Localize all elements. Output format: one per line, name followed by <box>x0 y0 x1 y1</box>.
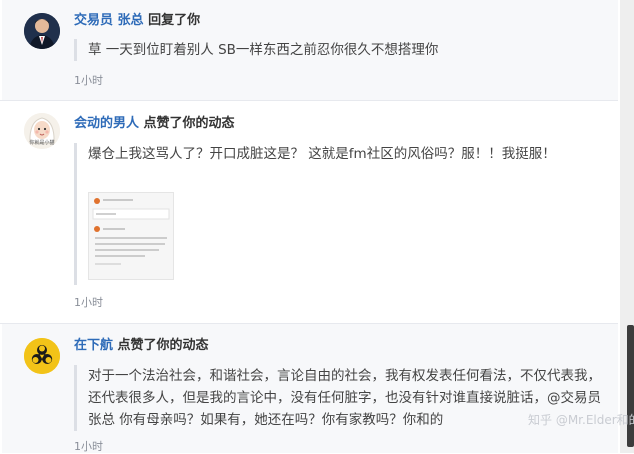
user-avatar[interactable]: 你就是小猫 <box>24 113 60 149</box>
avatar-caption: 你就是小猫 <box>29 140 55 146</box>
notification-header: 会动的男人 点赞了你的动态 <box>74 115 235 133</box>
notification-header: 交易员 张总 回复了你 <box>74 12 200 30</box>
biohazard-icon <box>24 338 60 374</box>
action-text: 回复了你 <box>148 13 201 28</box>
notification-feed: 交易员 张总 回复了你 草 一天到位盯着别人 SB一样东西之前忍你很久不想搭理你… <box>0 0 618 453</box>
user-avatar[interactable] <box>24 13 60 49</box>
username-link[interactable]: 在下航 <box>74 338 113 353</box>
action-text: 点赞了你的动态 <box>117 338 209 353</box>
timestamp: 1小时 <box>74 74 103 87</box>
quote-text: 爆仓上我这骂人了？开口成脏这是？ 这就是fm社区的风俗吗？服！！我挺服！ <box>88 146 556 162</box>
notification-item[interactable]: 你就是小猫 会动的男人 点赞了你的动态 爆仓上我这骂人了？开口成脏这是？ 这就是… <box>2 101 618 323</box>
user-avatar[interactable] <box>24 338 60 374</box>
notification-item[interactable]: 在下航 点赞了你的动态 对于一个法治社会，和谐社会，言论自由的社会，我有权发表任… <box>2 324 618 453</box>
notification-header: 在下航 点赞了你的动态 <box>74 337 209 355</box>
man-in-suit-icon <box>24 13 60 49</box>
quote-text: 草 一天到位盯着别人 SB一样东西之前忍你很久不想搭理你 <box>88 42 439 58</box>
reply-quote[interactable]: 草 一天到位盯着别人 SB一样东西之前忍你很久不想搭理你 <box>74 39 594 61</box>
scrollbar-thumb[interactable] <box>627 325 634 447</box>
notification-item[interactable]: 交易员 张总 回复了你 草 一天到位盯着别人 SB一样东西之前忍你很久不想搭理你… <box>2 0 618 100</box>
quote-text: 对于一个法治社会，和谐社会，言论自由的社会，我有权发表任何看法，不仅代表我，还代… <box>88 368 601 428</box>
timestamp: 1小时 <box>74 296 103 309</box>
post-quote[interactable]: 对于一个法治社会，和谐社会，言论自由的社会，我有权发表任何看法，不仅代表我，还代… <box>74 365 606 431</box>
username-link[interactable]: 会动的男人 <box>74 116 139 131</box>
timestamp: 1小时 <box>74 440 103 453</box>
screenshot-thumbnail-icon <box>89 193 173 279</box>
watermark-text: 知乎 @Mr.Elder和的 <box>528 413 634 427</box>
username-link[interactable]: 交易员 张总 <box>74 13 144 28</box>
post-image-thumbnail[interactable] <box>88 192 174 280</box>
action-text: 点赞了你的动态 <box>143 116 235 131</box>
